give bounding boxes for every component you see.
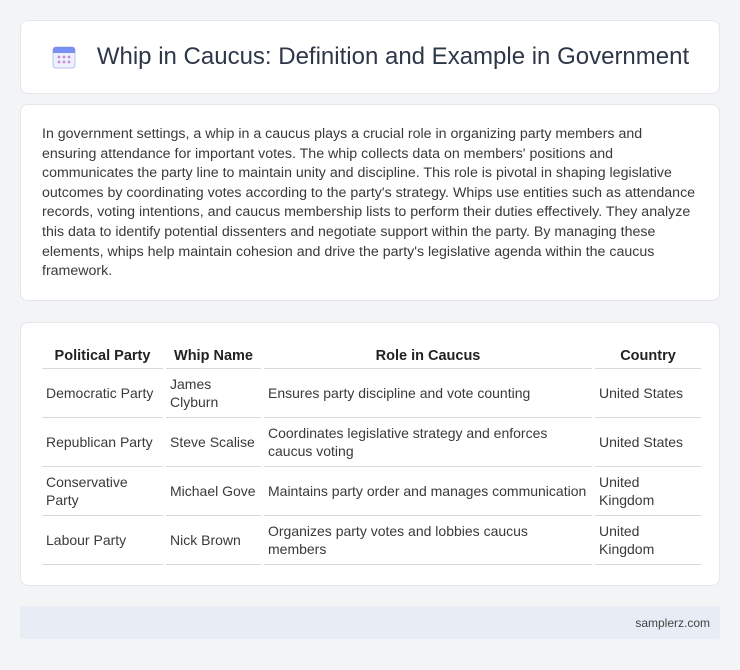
- cell-role: Ensures party discipline and vote counti…: [264, 369, 592, 418]
- cell-role: Organizes party votes and lobbies caucus…: [264, 516, 592, 565]
- table-row: Labour Party Nick Brown Organizes party …: [42, 516, 701, 565]
- cell-party: Labour Party: [42, 516, 163, 565]
- intro-paragraph: In government settings, a whip in a cauc…: [42, 126, 696, 280]
- intro-card: In government settings, a whip in a cauc…: [20, 104, 720, 301]
- cell-role: Maintains party order and manages commun…: [264, 467, 592, 516]
- table-card: Political Party Whip Name Role in Caucus…: [20, 322, 720, 586]
- header-card: Whip in Caucus: Definition and Example i…: [20, 20, 720, 94]
- cell-country: United States: [595, 418, 701, 467]
- cell-country: United Kingdom: [595, 516, 701, 565]
- table-row: Conservative Party Michael Gove Maintain…: [42, 467, 701, 516]
- cell-role: Coordinates legislative strategy and enf…: [264, 418, 592, 467]
- table-header-row: Political Party Whip Name Role in Caucus…: [42, 343, 701, 369]
- cell-whip: James Clyburn: [166, 369, 261, 418]
- cell-whip: Steve Scalise: [166, 418, 261, 467]
- cell-country: United Kingdom: [595, 467, 701, 516]
- column-header-role: Role in Caucus: [264, 343, 592, 369]
- page-title: Whip in Caucus: Definition and Example i…: [96, 43, 690, 70]
- table-row: Democratic Party James Clyburn Ensures p…: [42, 369, 701, 418]
- column-header-whip: Whip Name: [166, 343, 261, 369]
- cell-whip: Michael Gove: [166, 467, 261, 516]
- cell-party: Republican Party: [42, 418, 163, 467]
- cell-party: Democratic Party: [42, 369, 163, 418]
- footer-site-link[interactable]: samplerz.com: [635, 616, 710, 630]
- footer-bar: samplerz.com: [20, 606, 720, 639]
- table-row: Republican Party Steve Scalise Coordinat…: [42, 418, 701, 467]
- cell-party: Conservative Party: [42, 467, 163, 516]
- calendar-icon: [52, 46, 76, 69]
- whip-table: Political Party Whip Name Role in Caucus…: [39, 343, 704, 565]
- cell-country: United States: [595, 369, 701, 418]
- cell-whip: Nick Brown: [166, 516, 261, 565]
- column-header-party: Political Party: [42, 343, 163, 369]
- column-header-country: Country: [595, 343, 701, 369]
